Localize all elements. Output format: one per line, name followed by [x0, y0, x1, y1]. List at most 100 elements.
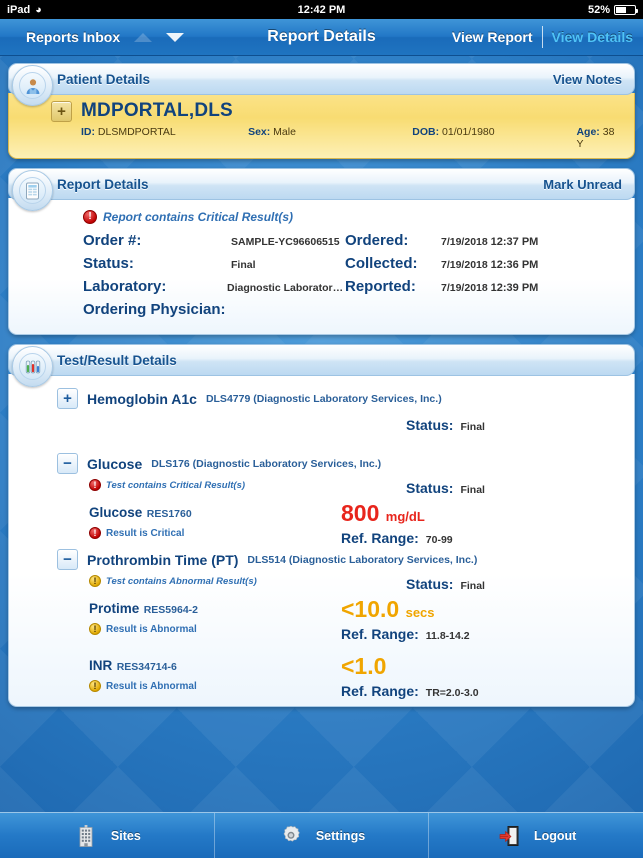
result-code: RES1760	[146, 508, 192, 520]
patient-name: MDPORTAL,DLS	[81, 100, 233, 121]
result-left-group: Protime RES5964-2 ! Result is Abnormal	[89, 600, 379, 635]
report-details-header: Report Details Mark Unread	[8, 168, 635, 211]
test-toggle-button[interactable]: −	[57, 453, 78, 474]
patient-details-title: Patient Details	[57, 71, 151, 87]
patient-meta-row: ID: DLSMDPORTAL Sex: Male DOB: 01/01/198…	[21, 126, 622, 150]
reported-label: Reported:	[345, 278, 416, 295]
test-status-value: Final	[460, 484, 485, 496]
report-row-status: Status: Final	[83, 255, 345, 278]
result-ref-range: Ref. Range: TR=2.0-3.0	[341, 683, 479, 699]
report-row-laboratory: Laboratory: Diagnostic Laboratory Servic…	[83, 278, 345, 301]
result-value-group: 800 mg/dL	[341, 500, 453, 526]
tab-sites[interactable]: Sites	[0, 813, 215, 858]
test-name: Prothrombin Time (PT)	[87, 551, 239, 568]
patient-name-row: + MDPORTAL,DLS	[21, 100, 622, 122]
report-status-label: Status:	[83, 255, 134, 272]
status-bar-right: 52%	[588, 4, 638, 16]
report-row-order-number: Order #: SAMPLE-YC96606515	[83, 232, 345, 255]
patient-field-dob-value: 01/01/1980	[442, 126, 495, 138]
tab-settings[interactable]: Settings	[215, 813, 430, 858]
result-flag-text: Result is Critical	[106, 527, 185, 539]
result-flag: ! Result is Abnormal	[89, 623, 379, 635]
report-details-panel: Report Details Mark Unread ! Report cont…	[8, 168, 635, 335]
report-row-ordering-physician: Ordering Physician:	[83, 301, 345, 324]
result-value: <10.0	[341, 596, 400, 622]
result-value: 800	[341, 500, 380, 526]
patient-field-age-label: Age:	[576, 126, 600, 138]
collected-time: 12:36 PM	[490, 259, 539, 271]
tab-logout-label: Logout	[534, 828, 577, 843]
tab-logout[interactable]: Logout	[429, 813, 643, 858]
test-toggle-button[interactable]: −	[57, 549, 78, 570]
result-ref-range: Ref. Range: 70-99	[341, 530, 453, 546]
gear-icon	[278, 823, 304, 849]
test-header-glucose[interactable]: − Glucose DLS176 (Diagnostic Laboratory …	[21, 453, 622, 474]
back-button-reports-inbox[interactable]: Reports Inbox	[10, 29, 120, 45]
result-left-group: INR RES34714-6 ! Result is Abnormal	[89, 657, 379, 692]
result-flag-text: Result is Abnormal	[106, 680, 197, 692]
report-details-body: ! Report contains Critical Result(s) Ord…	[8, 198, 635, 335]
test-name: Glucose	[87, 455, 143, 472]
test-result-details-title: Test/Result Details	[57, 352, 177, 368]
test-flag-status-row: ! Test contains Abnormal Result(s) Statu…	[21, 575, 622, 592]
report-document-icon	[12, 170, 53, 211]
patient-details-body: + MDPORTAL,DLS ID: DLSMDPORTAL Sex: Male…	[8, 93, 635, 159]
test-header-hemoglobin-a1c[interactable]: + Hemoglobin A1c DLS4779 (Diagnostic Lab…	[21, 388, 622, 409]
test-result-details-header: Test/Result Details	[8, 344, 635, 387]
ordered-date: 7/19/2018	[441, 236, 488, 248]
tab-view-report[interactable]: View Report	[452, 29, 542, 45]
reported-time: 12:39 PM	[490, 282, 539, 294]
result-value-group: <10.0 secs	[341, 596, 470, 622]
result-right-group: <10.0 secs Ref. Range: 11.8-14.2	[341, 596, 470, 643]
test-code: DLS514 (Diagnostic Laboratory Services, …	[247, 553, 478, 566]
result-unit: mg/dL	[385, 509, 425, 524]
report-info-grid: Order #: SAMPLE-YC96606515 Status: Final…	[21, 232, 622, 324]
test-block-glucose: − Glucose DLS176 (Diagnostic Laboratory …	[21, 447, 622, 546]
test-status-row: Status: Final	[21, 417, 622, 443]
result-row-inr: INR RES34714-6 ! Result is Abnormal <1.0	[21, 653, 622, 699]
patient-field-sex: Sex: Male	[248, 126, 412, 150]
test-block-prothrombin-time: − Prothrombin Time (PT) DLS514 (Diagnost…	[21, 543, 622, 699]
laboratory-label: Laboratory:	[83, 278, 167, 295]
mark-unread-button[interactable]: Mark Unread	[543, 177, 622, 192]
test-tubes-icon	[12, 346, 53, 387]
patient-details-panel: Patient Details View Notes + MDPORTAL,DL…	[8, 63, 635, 159]
building-icon	[73, 823, 99, 849]
test-toggle-button[interactable]: +	[57, 388, 78, 409]
view-segment-control: View Report View Details	[452, 26, 633, 48]
test-status-value: Final	[460, 580, 485, 592]
reported-value: 7/19/2018 12:39 PM	[441, 282, 538, 294]
result-name-line: Protime RES5964-2	[89, 600, 379, 618]
ordered-label: Ordered:	[345, 232, 409, 249]
patient-avatar-icon	[12, 65, 53, 106]
critical-icon: !	[89, 479, 101, 491]
patient-field-sex-label: Sex:	[248, 126, 271, 138]
result-flag: ! Result is Critical	[89, 527, 379, 539]
abnormal-icon: !	[89, 680, 101, 692]
triangle-up-icon[interactable]	[134, 32, 153, 42]
view-notes-button[interactable]: View Notes	[553, 72, 622, 87]
abnormal-icon: !	[89, 623, 101, 635]
patient-expand-button[interactable]: +	[51, 100, 72, 122]
test-code: DLS176 (Diagnostic Laboratory Services, …	[151, 457, 382, 470]
test-status: Status: Final	[406, 417, 485, 433]
ordered-value: 7/19/2018 12:37 PM	[441, 236, 538, 248]
result-right-group: <1.0 Ref. Range: TR=2.0-3.0	[341, 653, 479, 699]
patient-field-sex-value: Male	[273, 126, 296, 138]
battery-icon	[614, 4, 638, 15]
result-row-protime: Protime RES5964-2 ! Result is Abnormal <…	[21, 596, 622, 642]
test-flag: ! Test contains Critical Result(s)	[21, 479, 622, 491]
tab-view-details[interactable]: View Details	[543, 29, 633, 45]
content-area: Patient Details View Notes + MDPORTAL,DL…	[0, 56, 643, 707]
logout-door-icon	[496, 823, 522, 849]
report-row-reported: Reported: 7/19/2018 12:39 PM	[345, 278, 538, 301]
triangle-down-icon[interactable]	[166, 32, 185, 42]
laboratory-value: Diagnostic Laboratory Service...	[227, 282, 345, 294]
bottom-tab-bar: Sites Settings Logout	[0, 812, 643, 858]
test-flag-text: Test contains Critical Result(s)	[106, 479, 246, 491]
test-header-prothrombin-time[interactable]: − Prothrombin Time (PT) DLS514 (Diagnost…	[21, 549, 622, 570]
test-status-label: Status:	[406, 417, 454, 433]
ref-range-value: 11.8-14.2	[425, 630, 470, 643]
report-critical-alert: ! Report contains Critical Result(s)	[21, 206, 622, 232]
result-name-line: Glucose RES1760	[89, 504, 379, 522]
